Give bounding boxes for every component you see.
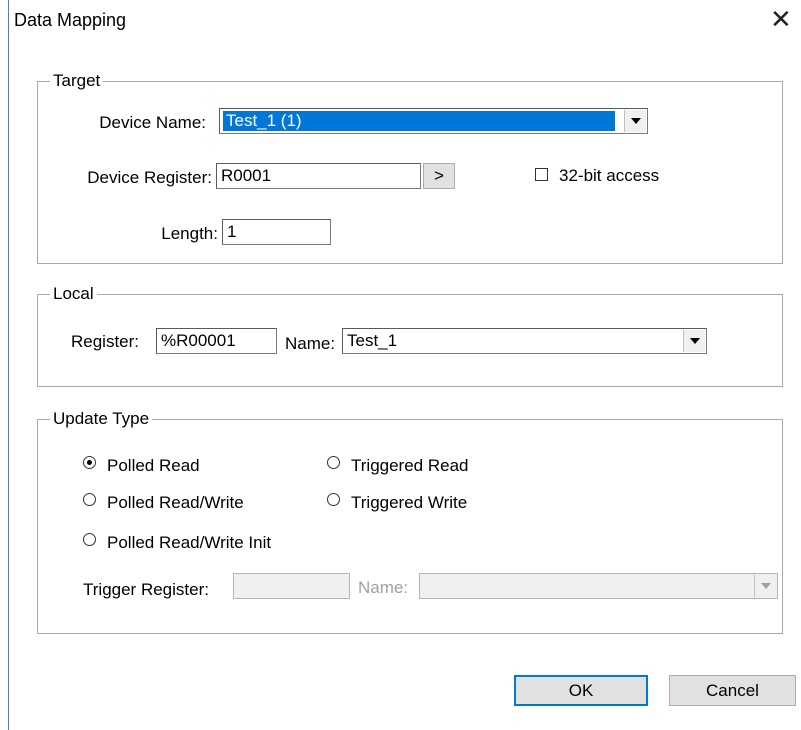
- polled-read-write-label: Polled Read/Write: [107, 493, 244, 512]
- window-left-edge: [8, 0, 9, 730]
- cancel-button[interactable]: Cancel: [669, 675, 796, 706]
- device-name-value: Test_1 (1): [223, 111, 615, 131]
- device-name-combo[interactable]: Test_1 (1): [219, 108, 648, 134]
- close-icon[interactable]: ✕: [770, 6, 792, 32]
- radio-triggered-read[interactable]: [327, 456, 340, 469]
- device-name-label: Device Name:: [99, 113, 206, 132]
- register-browse-button[interactable]: >: [423, 163, 455, 189]
- trigger-register-label: Trigger Register:: [83, 580, 209, 599]
- triggered-write-label: Triggered Write: [351, 493, 468, 512]
- radio-triggered-write[interactable]: [327, 493, 340, 506]
- radio-selected-dot: [87, 460, 92, 465]
- target-legend: Target: [50, 71, 104, 91]
- local-name-label: Name:: [285, 334, 336, 353]
- chevron-down-icon: [760, 583, 771, 589]
- access-32bit-checkbox[interactable]: [535, 168, 548, 181]
- polled-read-label: Polled Read: [107, 456, 200, 475]
- local-register-input[interactable]: %R00001: [156, 328, 277, 354]
- access-32bit-label: 32-bit access: [559, 166, 660, 185]
- trigger-name-dropdown-button[interactable]: [754, 575, 776, 597]
- local-register-label: Register:: [71, 332, 140, 351]
- local-legend: Local: [50, 284, 97, 304]
- trigger-register-input[interactable]: [233, 573, 350, 599]
- length-input[interactable]: 1: [222, 219, 331, 245]
- length-label: Length:: [161, 224, 218, 243]
- triggered-read-label: Triggered Read: [351, 456, 469, 475]
- local-name-value: Test_1: [347, 331, 398, 350]
- device-register-input[interactable]: R0001: [216, 163, 421, 189]
- ok-button[interactable]: OK: [514, 675, 648, 706]
- local-name-dropdown-button[interactable]: [683, 330, 705, 352]
- trigger-name-combo[interactable]: [419, 573, 778, 599]
- radio-polled-read-write[interactable]: [83, 493, 96, 506]
- radio-polled-read[interactable]: [83, 456, 96, 469]
- local-name-combo[interactable]: Test_1: [342, 328, 707, 354]
- radio-polled-read-write-init[interactable]: [83, 533, 96, 546]
- update-type-group: Update Type: [37, 409, 783, 634]
- polled-read-write-init-label: Polled Read/Write Init: [107, 533, 272, 552]
- dialog-title: Data Mapping: [14, 10, 127, 30]
- device-register-label: Device Register:: [87, 168, 212, 187]
- trigger-name-label: Name:: [358, 578, 409, 597]
- update-type-legend: Update Type: [50, 409, 153, 429]
- device-name-dropdown-button[interactable]: [624, 110, 646, 132]
- chevron-down-icon: [630, 118, 641, 124]
- chevron-down-icon: [689, 338, 700, 344]
